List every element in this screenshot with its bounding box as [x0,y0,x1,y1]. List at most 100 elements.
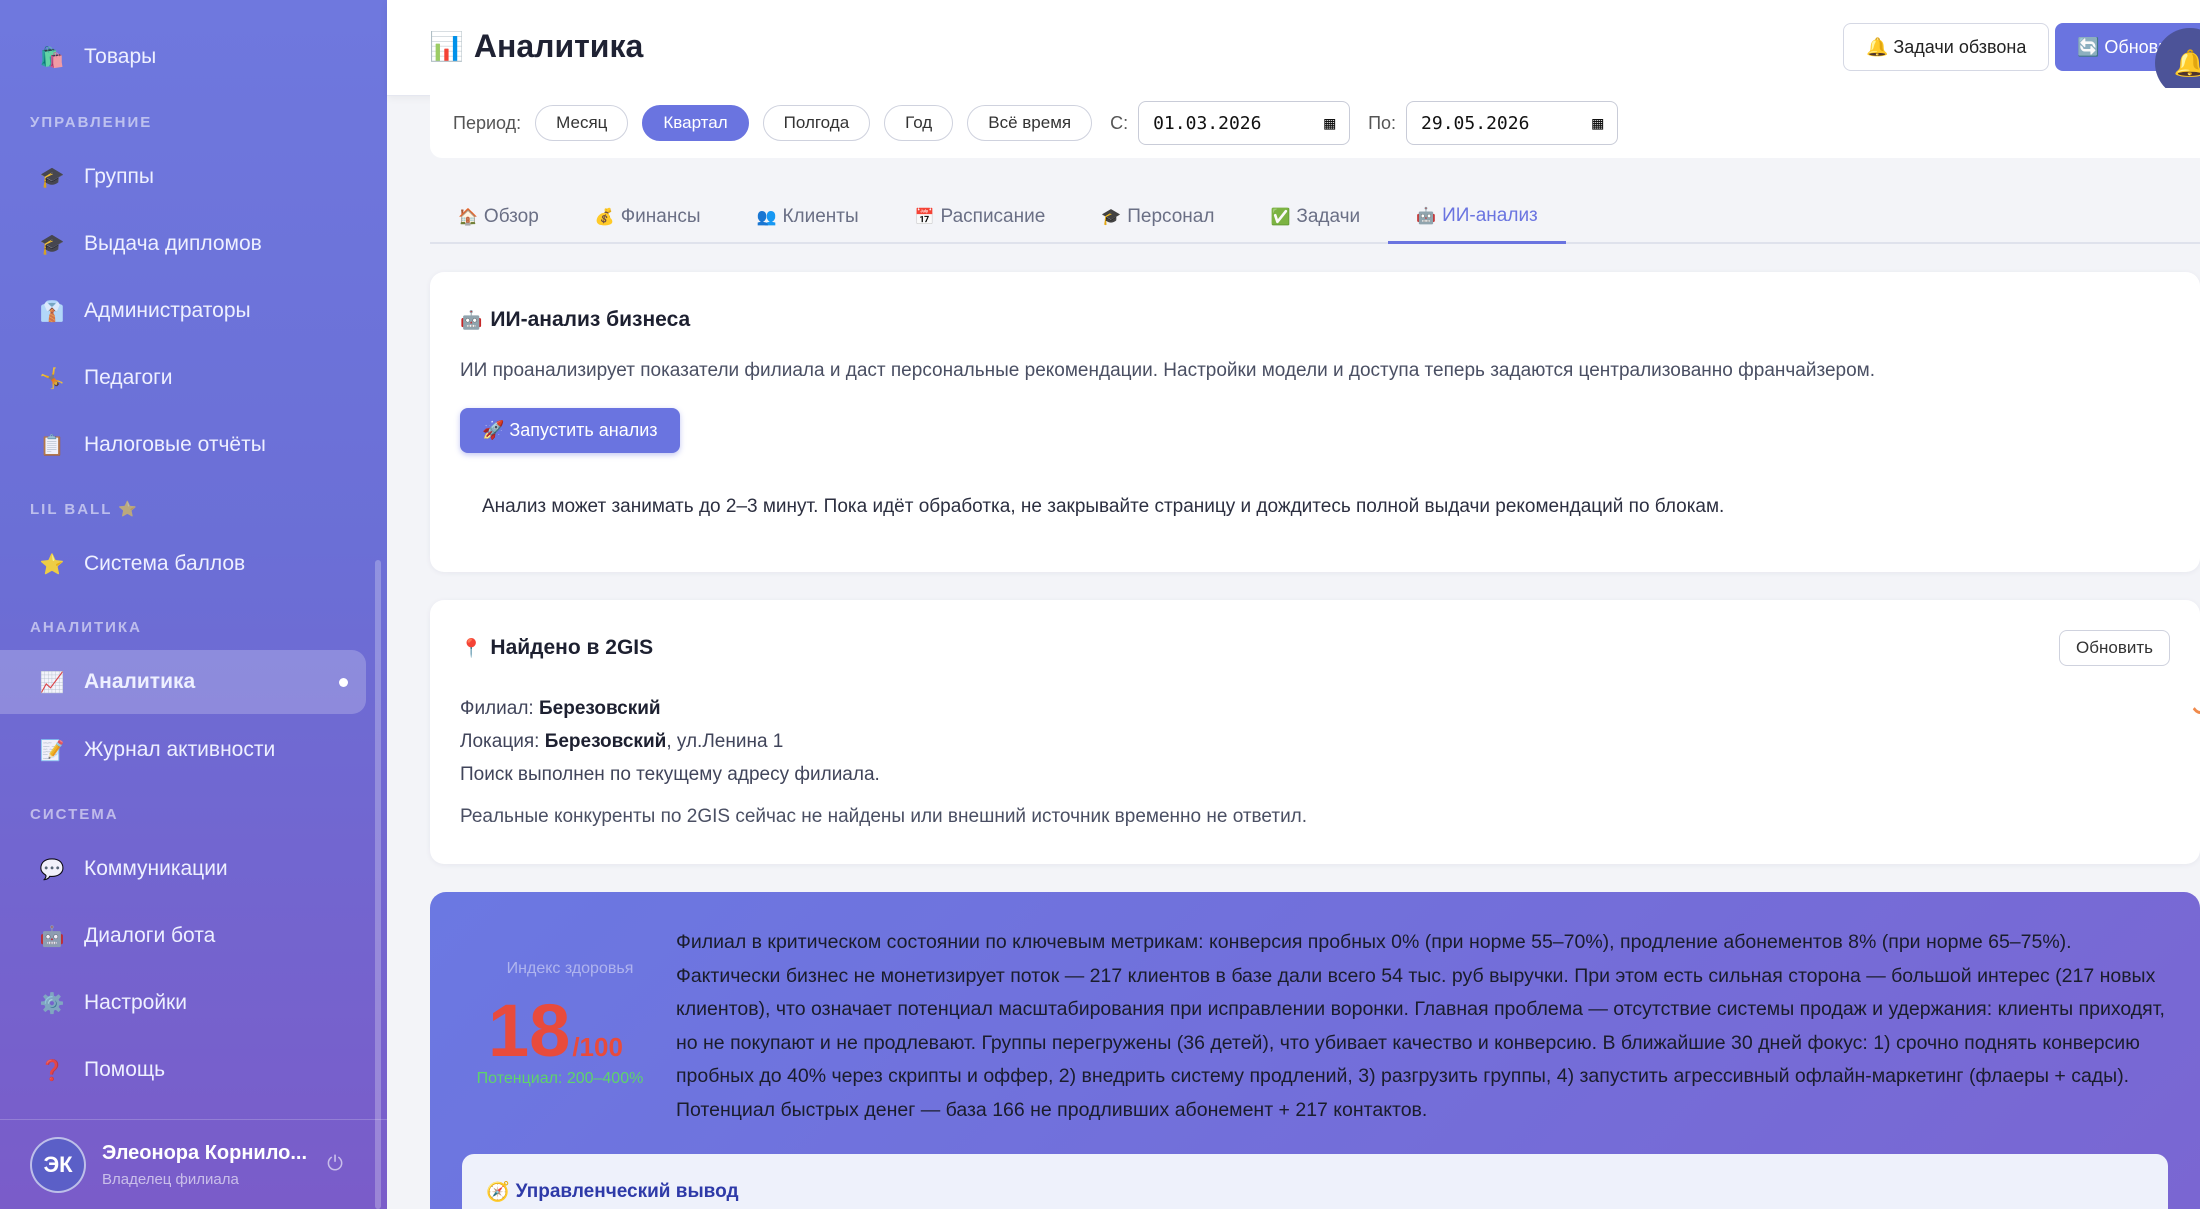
user-panel[interactable]: ЭК Элеонора Корнило... Владелец филиала … [0,1119,387,1209]
sidebar-item-label: Выдача дипломов [84,232,262,255]
page-title: 📊 Аналитика [429,28,643,65]
user-role: Владелец филиала [102,1170,239,1188]
health-label: Индекс здоровья [506,960,634,977]
sidebar-item-communications[interactable]: 💬 Коммуникации [0,837,366,901]
pin-icon: 📍 [460,637,483,658]
period-month[interactable]: Месяц [535,105,629,141]
section-analytics: АНАЛИТИКА [30,619,142,636]
branch-line: Филиал: Березовский [460,692,880,725]
sidebar: 🛍️ Товары УПРАВЛЕНИЕ 🎓 Группы 🎓 Выдача д… [0,0,387,1209]
ai-card-title-text: ИИ-анализ бизнеса [490,308,691,331]
gis-card-title-text: Найдено в 2GIS [490,636,654,659]
sidebar-item-label: Аналитика [84,670,196,693]
to-date-input[interactable]: 29.05.2026 ▦ [1406,101,1619,145]
sidebar-item-label: Товары [84,45,157,68]
sidebar-item-label: Педагоги [84,366,173,389]
sidebar-item-groups[interactable]: 🎓 Группы [0,145,366,209]
sidebar-item-analytics[interactable]: 📈 Аналитика [0,650,366,714]
gymnast-icon: 🤸 [39,367,65,390]
location-line: Локация: Березовский, ул.Ленина 1 [460,725,880,758]
sidebar-item-bot-dialogs[interactable]: 🤖 Диалоги бота [0,904,366,968]
sidebar-item-settings[interactable]: ⚙️ Настройки [0,971,366,1035]
from-date-input[interactable]: 01.03.2026 ▦ [1138,101,1351,145]
star-icon: ⭐ [39,553,65,576]
clipboard-icon: 📋 [39,434,65,457]
tab-label: Задачи [1296,206,1361,227]
tab-schedule[interactable]: 📅 Расписание [887,190,1074,244]
sidebar-item-label: Система баллов [84,552,246,575]
house-icon: 🏠 [458,209,478,226]
to-date-value: 29.05.2026 [1421,112,1530,134]
graduation-cap-icon: 🎓 [39,166,65,189]
speech-bubble-icon: 💬 [39,858,65,881]
from-label: С: [1110,112,1129,133]
sidebar-item-admins[interactable]: 👔 Администраторы [0,279,366,343]
suit-icon: 👔 [39,300,65,323]
period-quarter[interactable]: Квартал [642,105,749,141]
sidebar-item-label: Помощь [84,1058,166,1081]
tab-staff[interactable]: 🎓 Персонал [1073,190,1242,244]
people-icon: 👥 [756,209,777,226]
graduation-cap-icon: 🎓 [1101,209,1122,226]
location-label: Локация: [460,731,540,752]
tab-tasks[interactable]: ✅ Задачи [1242,190,1388,244]
sidebar-item-products[interactable]: 🛍️ Товары [0,25,366,89]
management-conclusion: 🧭 Управленческий вывод [462,1154,2168,1209]
section-manage: УПРАВЛЕНИЕ [30,114,153,131]
avatar: ЭК [30,1136,86,1193]
sidebar-item-help[interactable]: ❓ Помощь [0,1038,366,1102]
period-label: Период: [453,112,522,133]
tab-label: Клиенты [782,206,859,227]
power-icon[interactable]: ⏻ [327,1153,343,1176]
tab-label: ИИ-анализ [1442,204,1538,226]
tab-label: Персонал [1127,206,1215,227]
gear-icon: ⚙️ [39,992,65,1015]
period-half-year[interactable]: Полгода [762,105,871,141]
bar-chart-icon: 📊 [429,31,464,62]
analytics-tabs: 🏠 Обзор 💰 Финансы 👥 Клиенты 📅 Расписание 🎓 Пе… [430,190,2200,244]
call-tasks-button[interactable]: 🔔 Задачи обзвона [1843,23,2050,71]
management-title-text: Управленческий вывод [515,1181,739,1202]
tab-overview[interactable]: 🏠 Обзор [430,190,567,244]
top-header: 📊 Аналитика 🔔 Задачи обзвона 🔄 Обновить … [387,0,2200,98]
ai-card-title: 🤖 ИИ-анализ бизнеса [460,308,690,332]
gis-details: Филиал: Березовский Локация: Березовский… [460,692,880,791]
health-score-value: 18 [488,989,571,1072]
search-note: Поиск выполнен по текущему адресу филиал… [460,764,880,785]
run-analysis-button[interactable]: 🚀 Запустить анализ [460,408,680,453]
sidebar-item-label: Группы [84,165,154,188]
sidebar-item-points[interactable]: ⭐ Система баллов [0,532,366,596]
robot-icon: 🤖 [460,309,483,330]
branch-value: Березовский [538,698,661,719]
gis-footer: Реальные конкуренты по 2GIS сейчас не на… [460,806,1308,827]
active-dot [339,677,348,687]
tab-finance[interactable]: 💰 Финансы [567,190,729,244]
health-score-max: /100 [572,1032,623,1062]
tab-clients[interactable]: 👥 Клиенты [729,190,887,244]
sidebar-item-teachers[interactable]: 🤸 Педагоги [0,346,366,410]
gis-card-title: 📍 Найдено в 2GIS [460,636,653,660]
tab-label: Расписание [940,206,1046,227]
sidebar-item-label: Коммуникации [84,857,228,880]
ai-analysis-card: 🤖 ИИ-анализ бизнеса ИИ проанализирует пок… [430,272,2200,572]
location-value: Березовский [544,731,667,752]
section-system: СИСТЕМА [30,806,119,823]
section-lilball: LIL BALL ⭐ [30,501,139,518]
graduation-cap-icon: 🎓 [39,233,65,256]
sidebar-item-label: Настройки [84,991,187,1014]
shopping-bags-icon: 🛍️ [39,46,65,69]
period-filter: Период: Месяц Квартал Полгода Год Всё вр… [430,88,2200,158]
sidebar-item-diplomas[interactable]: 🎓 Выдача дипломов [0,212,366,276]
sidebar-scrollbar[interactable] [375,560,381,1209]
tab-ai-analysis[interactable]: 🤖 ИИ-анализ [1388,190,1566,244]
memo-icon: 📝 [39,739,65,762]
sidebar-item-tax-reports[interactable]: 📋 Налоговые отчёты [0,413,366,477]
user-info: Элеонора Корнило... Владелец филиала [102,1142,307,1188]
gis-refresh-button[interactable]: Обновить [2059,630,2170,666]
branch-label: Филиал: [460,698,534,719]
check-icon: ✅ [1270,209,1291,226]
period-year[interactable]: Год [884,105,954,141]
sidebar-item-activity-log[interactable]: 📝 Журнал активности [0,718,366,782]
period-all-time[interactable]: Всё время [967,105,1093,141]
from-date-value: 01.03.2026 [1153,112,1262,134]
